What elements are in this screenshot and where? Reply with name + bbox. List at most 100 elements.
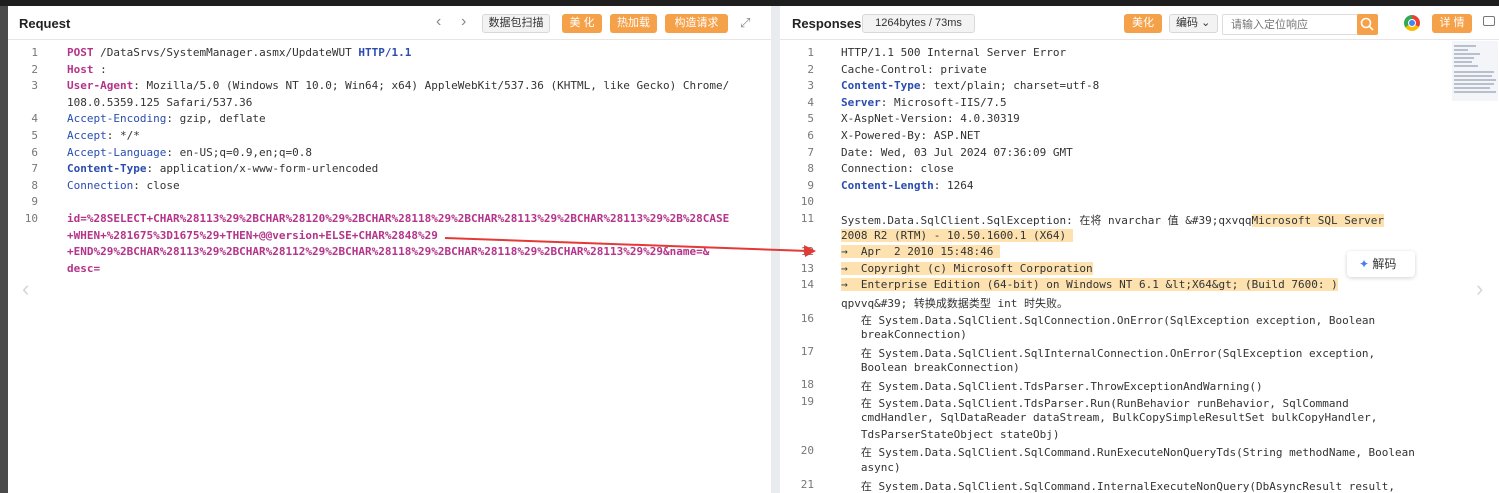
code-line: Date: Wed, 03 Jul 2024 07:36:09 GMT xyxy=(841,146,1073,159)
line-number: 10 xyxy=(24,212,38,225)
code-token: Microsoft SQL Server xyxy=(1251,214,1384,227)
code-token: 2008 R2 (RTM) - 10.50.1600.1 (X64) xyxy=(841,228,1073,242)
details-button[interactable]: 详 情 xyxy=(1432,14,1472,33)
comment-icon[interactable] xyxy=(1483,16,1495,26)
line-number: 4 xyxy=(31,112,38,126)
decode-popup-button[interactable]: ✦ 解码 xyxy=(1347,251,1415,277)
code-line: → Apr 2 2010 15:48:46 xyxy=(841,245,1000,259)
code-line: Content-Type: application/x-www-form-url… xyxy=(67,162,378,175)
search-icon[interactable] xyxy=(1357,14,1378,35)
line-number: 19 xyxy=(800,394,814,408)
hot-load-button[interactable]: 热加载 xyxy=(610,14,657,33)
code-line: Host : xyxy=(67,63,113,76)
line-number: 18 xyxy=(800,378,814,391)
minimap[interactable] xyxy=(1452,41,1498,101)
code-line: 在 System.Data.SqlClient.SqlConnection.On… xyxy=(841,312,1375,328)
code-line: 在 System.Data.SqlClient.SqlCommand.RunEx… xyxy=(841,444,1415,460)
line-number: 13 xyxy=(800,261,814,275)
code-token: : xyxy=(93,62,114,76)
code-token: 在 System.Data.SqlClient.SqlCommand.RunEx… xyxy=(841,446,1415,460)
code-token: POST xyxy=(67,46,94,59)
code-line: 2008 R2 (RTM) - 10.50.1600.1 (X64) xyxy=(841,228,1073,242)
code-line: Connection: close xyxy=(841,162,954,175)
code-token: : Mozilla/5.0 (Windows NT 10.0; Win64; x… xyxy=(133,79,730,93)
encoding-dropdown[interactable]: 编码 ⌄ xyxy=(1169,14,1218,33)
code-line: cmdHandler, SqlDataReader dataStream, Bu… xyxy=(841,411,1378,424)
code-token: 在 System.Data.SqlClient.SqlConnection.On… xyxy=(841,313,1376,327)
line-number: 1 xyxy=(807,46,814,59)
code-token: Accept-Language xyxy=(67,145,167,159)
prev-arrow-icon[interactable]: ‹ xyxy=(436,13,441,31)
code-line: X-Powered-By: ASP.NET xyxy=(841,129,980,142)
code-token: : */* xyxy=(106,129,140,142)
code-line: 在 System.Data.SqlClient.TdsParser.Run(Ru… xyxy=(841,395,1349,411)
code-line: Accept-Encoding: gzip, deflate xyxy=(67,112,266,125)
line-number: 9 xyxy=(807,178,814,192)
line-number: 7 xyxy=(807,145,814,159)
code-token: → Copyright (c) Microsoft Corporation xyxy=(841,261,1093,275)
code-line: System.Data.SqlClient.SqlException: 在将 n… xyxy=(841,212,1384,228)
code-token: /DataSrvs/SystemManager.asmx/UpdateWUT xyxy=(93,46,359,59)
code-token: → Apr 2 2010 15:48:46 xyxy=(841,245,1000,259)
construct-request-button[interactable]: 构造请求 xyxy=(665,14,728,33)
expand-icon[interactable]: ⤢ xyxy=(740,15,750,31)
response-beautify-button[interactable]: 美化 xyxy=(1124,14,1162,33)
line-number: 21 xyxy=(800,477,814,491)
right-nav-icon[interactable]: › xyxy=(1476,276,1483,302)
line-number: 4 xyxy=(807,95,814,109)
code-line: desc= xyxy=(67,262,100,275)
left-nav-icon[interactable]: ‹ xyxy=(22,276,29,302)
code-token: +WHEN+%281675%3D1675%29+THEN+@@version+E… xyxy=(67,228,438,242)
line-number: 6 xyxy=(31,145,38,159)
code-token: TdsParserStateObject stateObj) xyxy=(841,427,1060,441)
packet-scan-button[interactable]: 数据包扫描 xyxy=(482,14,550,33)
code-token: Cache-Control: private xyxy=(841,62,987,76)
response-pane: Responses 1264bytes / 73ms 美化 编码 ⌄ 详 情 1… xyxy=(780,6,1499,493)
encoding-label: 编码 xyxy=(1176,17,1198,29)
code-token: : application/x-www-form-urlencoded xyxy=(146,162,379,176)
code-line: TdsParserStateObject stateObj) xyxy=(841,428,1060,441)
pane-divider[interactable] xyxy=(771,6,780,493)
code-line: qpvvq&#39; 转换成数据类型 int 时失败。 xyxy=(841,295,1068,311)
chrome-icon[interactable] xyxy=(1404,15,1420,31)
line-number: 3 xyxy=(31,79,38,93)
code-token: Content-Length xyxy=(841,178,934,192)
code-token: desc= xyxy=(67,261,101,275)
code-token: : en-US;q=0.9,en;q=0.8 xyxy=(166,145,313,159)
locate-response-input[interactable] xyxy=(1222,14,1366,35)
code-token: User-Agent xyxy=(67,79,134,93)
code-line: 在 System.Data.SqlClient.SqlCommand.Inter… xyxy=(841,478,1395,493)
code-token: id=%28SELECT+CHAR%28113%29%2BCHAR%28120%… xyxy=(67,212,730,225)
code-token: HTTP/1.1 500 Internal Server Error xyxy=(841,46,1067,59)
code-token: 在 System.Data.SqlClient.TdsParser.ThrowE… xyxy=(841,380,1263,393)
code-token: → Enterprise Edition (64-bit) on Windows… xyxy=(841,278,1338,292)
code-token: Content-Type xyxy=(67,162,147,176)
request-pane: Request ‹ › 数据包扫描 美 化 热加载 构造请求 ⤢ 1 POST /… xyxy=(8,6,771,493)
code-token: Connection xyxy=(67,178,134,192)
code-token: HTTP/1.1 xyxy=(358,46,412,59)
code-token: 在 System.Data.SqlClient.SqlInternalConne… xyxy=(841,346,1376,360)
code-line: Connection: close xyxy=(67,179,180,192)
line-number: 12 xyxy=(800,245,814,259)
line-number: 9 xyxy=(31,195,38,209)
code-token: +END%29%2BCHAR%28113%29%2BCHAR%28112%29%… xyxy=(67,245,710,259)
next-arrow-icon[interactable]: › xyxy=(461,13,466,31)
response-stats-badge: 1264bytes / 73ms xyxy=(862,14,975,33)
code-line: 在 System.Data.SqlClient.SqlInternalConne… xyxy=(841,345,1375,361)
code-line: HTTP/1.1 500 Internal Server Error xyxy=(841,46,1066,59)
code-token: Date: Wed, 03 Jul 2024 07:36:09 GMT xyxy=(841,145,1073,159)
code-token: async) xyxy=(841,461,901,474)
code-token: X-AspNet-Version: 4.0.30319 xyxy=(841,112,1020,126)
line-number: 8 xyxy=(807,162,814,176)
request-beautify-button[interactable]: 美 化 xyxy=(562,14,602,33)
code-line: Content-Length: 1264 xyxy=(841,179,973,192)
sparkle-icon: ✦ xyxy=(1359,257,1370,271)
code-token: System.Data.SqlClient.SqlException: 在将 n… xyxy=(841,214,1252,227)
code-token: : close xyxy=(133,178,180,192)
line-number: 6 xyxy=(807,129,814,142)
code-token: Server xyxy=(841,95,881,109)
line-number: 3 xyxy=(807,79,814,93)
code-line: Cache-Control: private xyxy=(841,63,987,76)
request-editor[interactable]: 1 POST /DataSrvs/SystemManager.asmx/Updat… xyxy=(8,41,771,493)
code-token: : gzip, deflate xyxy=(166,112,266,126)
